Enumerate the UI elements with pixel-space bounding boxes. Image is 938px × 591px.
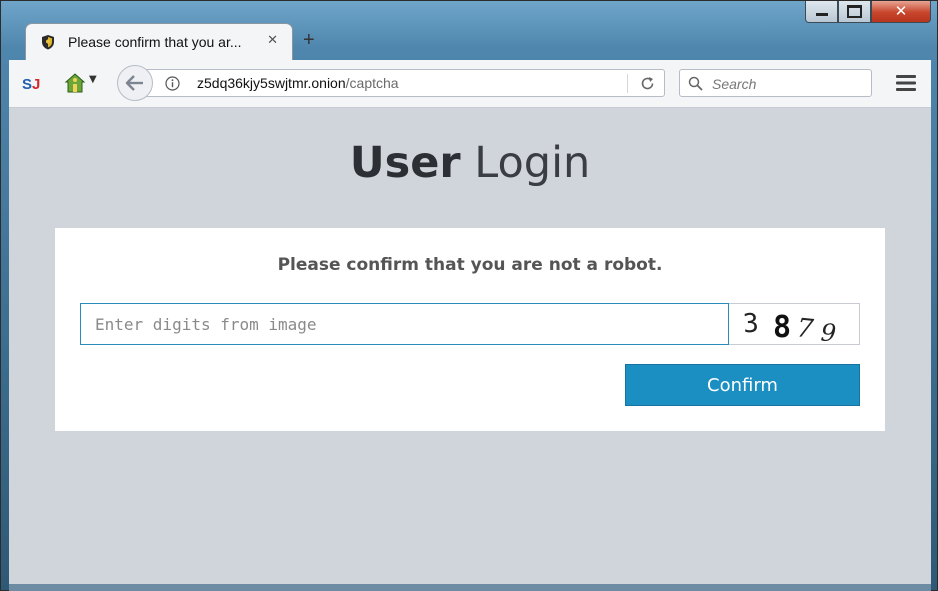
captcha-digit: 3 [742, 309, 760, 340]
captcha-prompt: Please confirm that you are not a robot. [277, 255, 663, 275]
window-bottom-border [9, 584, 931, 591]
confirm-button[interactable]: Confirm [625, 364, 860, 406]
new-tab-button[interactable]: + [303, 29, 315, 52]
chevron-down-icon[interactable]: ▼ [89, 74, 97, 85]
page-title-bold: User [349, 138, 461, 188]
url-path: /captcha [345, 75, 399, 91]
search-input[interactable] [710, 73, 869, 95]
magnifier-icon [688, 76, 703, 91]
window-close-button[interactable]: ✕ [871, 1, 931, 23]
tab-close-icon[interactable]: ✕ [267, 33, 278, 48]
captcha-image: 3 8 7 9 [729, 303, 860, 348]
close-window-icon: ✕ [894, 2, 908, 20]
page-title: User Login [9, 138, 931, 188]
captcha-input[interactable] [80, 303, 729, 345]
url-text[interactable]: z5dq36kjy5swjtmr.onion/captcha [197, 75, 399, 91]
captcha-card: Please confirm that you are not a robot.… [55, 228, 885, 431]
sj-extension-icon[interactable]: S J [22, 73, 42, 93]
navigation-toolbar: S J ▼ z5dq36kjy5swjtmr.onion/captcha [9, 60, 931, 108]
page-title-light: Login [474, 138, 591, 188]
page-content: User Login Please confirm that you are n… [9, 108, 931, 584]
address-bar[interactable]: z5dq36kjy5swjtmr.onion/captcha [137, 69, 665, 97]
captcha-digits: 3 8 7 9 [742, 309, 837, 348]
search-bar[interactable] [679, 69, 872, 97]
minimize-icon [815, 13, 828, 16]
shield-favicon-icon [42, 35, 54, 50]
info-icon[interactable] [165, 76, 180, 91]
back-button[interactable] [117, 65, 153, 101]
tab-title: Please confirm that you ar... [68, 34, 242, 50]
hamburger-icon[interactable] [895, 74, 917, 92]
url-separator [627, 74, 628, 93]
captcha-digit: 9 [820, 318, 837, 346]
svg-text:S: S [22, 76, 32, 93]
minimize-button[interactable] [805, 1, 838, 23]
active-tab[interactable]: Please confirm that you ar... ✕ [25, 23, 293, 61]
window-caption-buttons: ✕ [805, 1, 931, 23]
url-host: z5dq36kjy5swjtmr.onion [197, 75, 346, 91]
reload-icon[interactable] [639, 75, 656, 92]
svg-text:J: J [32, 76, 40, 93]
green-house-icon[interactable] [64, 72, 86, 94]
captcha-digit: 7 [795, 313, 815, 345]
captcha-digit: 8 [773, 310, 791, 345]
browser-window: ✕ Please confirm that you ar... ✕ + S J … [0, 0, 938, 591]
maximize-icon [847, 5, 862, 18]
arrow-left-icon [125, 75, 143, 91]
maximize-button[interactable] [838, 1, 871, 23]
